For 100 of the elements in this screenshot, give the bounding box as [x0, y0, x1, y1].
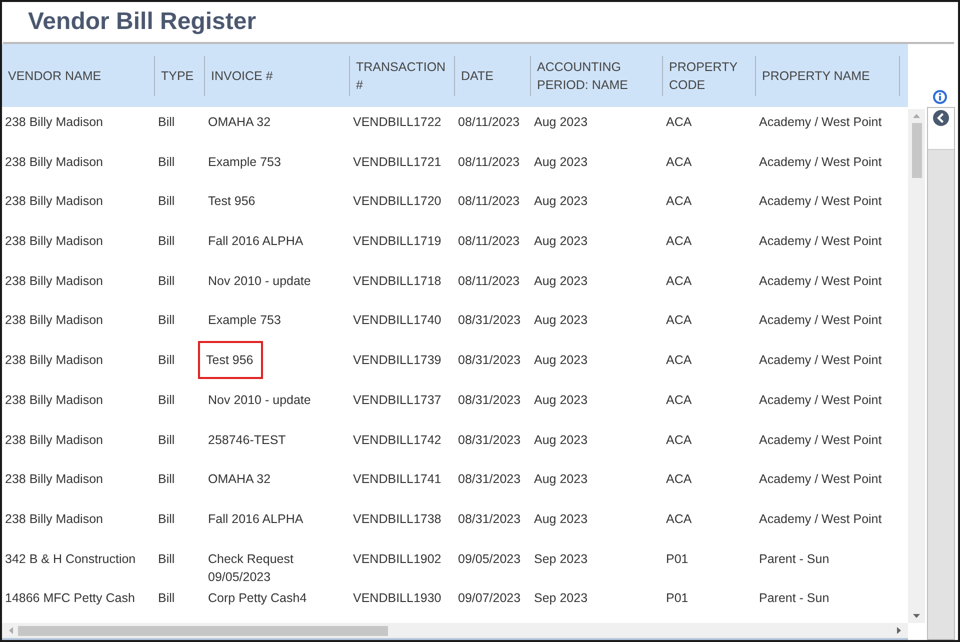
table-cell-text: ACA [666, 233, 692, 250]
table-cell-text: Corp Petty Cash4 [208, 590, 307, 608]
table-cell-text: Aug 2023 [534, 312, 588, 330]
table-cell-text: Academy / West Point [759, 233, 882, 250]
table-cell-text: 08/31/2023 [458, 510, 521, 528]
table-cell-text: 342 B & H Construction [5, 550, 136, 568]
table-cell-text: Academy / West Point [759, 114, 882, 131]
table-cell-text: Bill [158, 233, 175, 250]
table-cell-text: Bill [158, 312, 175, 330]
table-cell-text: VENDBILL1722 [353, 114, 442, 131]
vertical-scrollbar[interactable] [908, 109, 925, 623]
table-cell-text: Example 753 [208, 312, 281, 330]
scroll-left-icon[interactable] [8, 626, 14, 635]
table-cell-text: Bill [158, 193, 175, 210]
table-cell-text: ACA [666, 471, 692, 488]
table-cell-text: Academy / West Point [759, 312, 882, 330]
table-cell-text: 08/31/2023 [458, 312, 521, 330]
table-cell-text: Nov 2010 - update [208, 392, 311, 409]
table-cell-text: Nov 2010 - update [208, 272, 311, 290]
table-cell-text: 08/11/2023 [458, 272, 520, 290]
table-cell-text: VENDBILL1742 [353, 432, 442, 448]
table-cell-text: Bill [158, 510, 175, 528]
table-cell-text: Aug 2023 [534, 272, 588, 290]
table-cell-text: Parent - Sun [759, 550, 830, 568]
table-cell-text: 238 Billy Madison [5, 312, 103, 330]
collapse-chevron-icon[interactable] [932, 109, 950, 127]
column-header[interactable]: TRANSACTION # [356, 58, 454, 94]
info-icon[interactable] [932, 89, 948, 105]
table-cell-text: Test 956 [208, 193, 256, 210]
column-header[interactable]: PROPERTY CODE [669, 58, 755, 94]
scroll-down-icon[interactable] [912, 613, 921, 619]
table-cell-text: Bill [158, 432, 175, 448]
table-cell-text: 238 Billy Madison [5, 193, 103, 210]
table-cell-text: 238 Billy Madison [5, 352, 103, 370]
table-cell-text: 08/31/2023 [458, 352, 521, 370]
table-cell-text: VENDBILL1721 [353, 154, 442, 171]
table-cell-text: VENDBILL1740 [353, 312, 442, 330]
table-cell-text: Sep 2023 [534, 550, 588, 568]
table-cell-text: VENDBILL1738 [353, 510, 442, 528]
table-cell-text: Aug 2023 [534, 471, 588, 488]
column-header[interactable]: PROPERTY NAME [762, 66, 870, 84]
scrollbar-thumb[interactable] [18, 626, 388, 636]
table-cell-text: Bill [158, 352, 175, 370]
page-title: Vendor Bill Register [28, 8, 256, 36]
table-cell-text: 238 Billy Madison [5, 233, 103, 250]
horizontal-scrollbar[interactable] [2, 623, 908, 640]
table-cell-text: 08/31/2023 [458, 432, 521, 448]
table-cell-text: Aug 2023 [534, 193, 588, 210]
table-cell-text: VENDBILL1719 [353, 233, 442, 250]
table-cell-text: Sep 2023 [534, 590, 588, 608]
table-cell-text: P01 [666, 550, 688, 568]
table-cell-text: VENDBILL1737 [353, 392, 442, 409]
table-cell-text: Example 753 [208, 154, 281, 171]
scroll-right-icon[interactable] [896, 626, 902, 635]
column-header[interactable]: INVOICE # [211, 66, 273, 84]
table-cell-text: OMAHA 32 [208, 471, 271, 488]
table-cell-text: Bill [158, 272, 175, 290]
table-cell-text: 08/11/2023 [458, 154, 520, 171]
table-cell-text: VENDBILL1741 [353, 471, 442, 488]
table-cell-text: VENDBILL1902 [353, 550, 442, 568]
table-cell-text: OMAHA 32 [208, 114, 271, 131]
table-cell-text: 238 Billy Madison [5, 392, 103, 409]
table-cell-text: VENDBILL1718 [353, 272, 442, 290]
column-header[interactable]: TYPE [161, 66, 194, 84]
table-cell-text: 238 Billy Madison [5, 154, 103, 171]
table-cell-text: Aug 2023 [534, 154, 588, 171]
table-cell-text: 238 Billy Madison [5, 510, 103, 528]
table-cell-text: VENDBILL1739 [353, 352, 442, 370]
column-header[interactable]: VENDOR NAME [8, 66, 102, 84]
table-cell-text: ACA [666, 193, 692, 210]
table-cell-text: ACA [666, 312, 692, 330]
table-cell-text: 08/11/2023 [458, 233, 520, 250]
table-cell-text: VENDBILL1720 [353, 193, 442, 210]
scrollbar-thumb[interactable] [912, 123, 922, 178]
table-cell-text: Bill [158, 550, 175, 568]
column-header[interactable]: DATE [461, 66, 494, 84]
table-cell-text: 258746-TEST [208, 432, 286, 448]
table-cell-text: 238 Billy Madison [5, 471, 103, 488]
table-cell-text: Fall 2016 ALPHA [208, 233, 304, 250]
table-cell-text: Bill [158, 590, 175, 608]
table-cell-text: 08/11/2023 [458, 193, 520, 210]
table-cell-text: Bill [158, 154, 175, 171]
table-cell-text: VENDBILL1930 [353, 590, 442, 608]
table-cell-text: 08/31/2023 [458, 471, 521, 488]
table-cell-text: Bill [158, 392, 175, 409]
table-cell-text: Aug 2023 [534, 432, 588, 448]
table-cell-text: ACA [666, 352, 692, 370]
table-cell-text: 238 Billy Madison [5, 114, 103, 131]
table-cell-text: ACA [666, 154, 692, 171]
table-cell-text: Bill [158, 471, 175, 488]
scroll-up-icon[interactable] [912, 113, 921, 119]
table-cell-text: ACA [666, 272, 692, 290]
table-cell-text: Aug 2023 [534, 392, 588, 409]
table-cell-text: Academy / West Point [759, 193, 882, 210]
table-cell-text: Aug 2023 [534, 114, 588, 131]
table-cell-text: 14866 MFC Petty Cash [5, 590, 135, 608]
table-cell-text: Academy / West Point [759, 471, 882, 488]
table-cell-text: ACA [666, 432, 692, 448]
column-header[interactable]: ACCOUNTING PERIOD: NAME [537, 58, 662, 94]
table-cell-text: Academy / West Point [759, 510, 882, 528]
